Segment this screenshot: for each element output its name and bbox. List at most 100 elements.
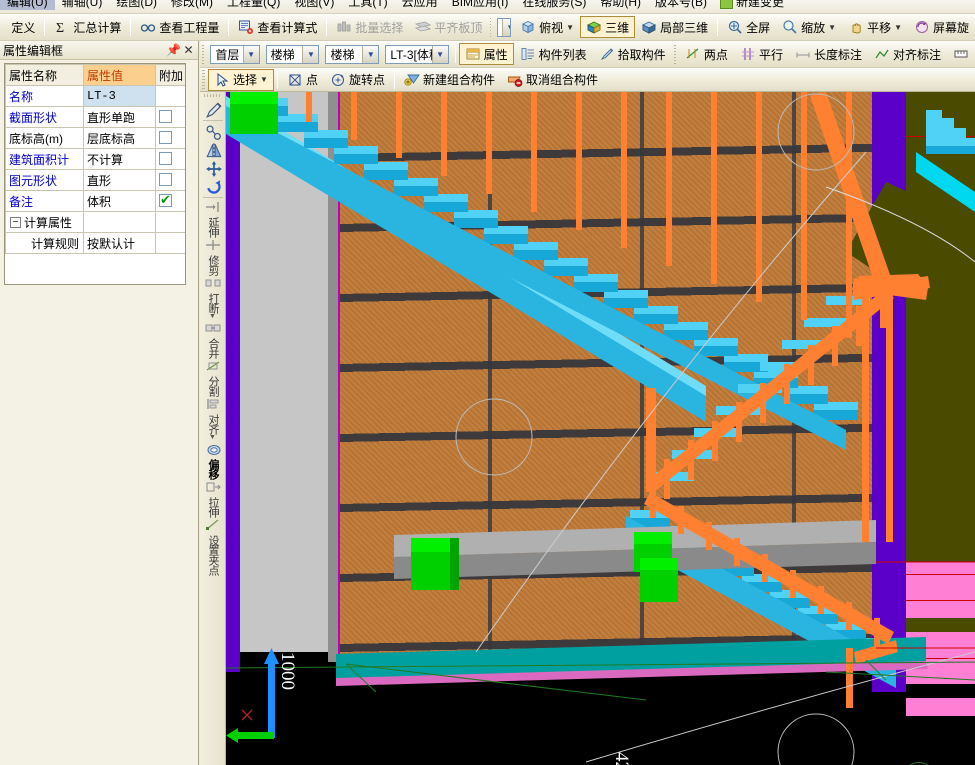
attach-checkbox[interactable] [159, 173, 172, 186]
table-row[interactable]: 截面形状 直形单跑 [6, 107, 186, 128]
menu-online-service[interactable]: 在线服务(S) [515, 0, 593, 10]
align-dimension-button[interactable]: 对齐标注 [868, 43, 947, 65]
chevron-down-icon[interactable]: ▼ [243, 46, 259, 63]
rotate-button[interactable] [201, 177, 225, 195]
chevron-down-icon[interactable]: ▼ [302, 46, 318, 63]
property-attach-cell[interactable] [156, 107, 186, 128]
split-tool[interactable]: 分割 [201, 359, 225, 397]
cancel-group-component-button[interactable]: 取消组合构件 [501, 69, 604, 91]
screen-rotate-button[interactable]: 屏幕旋 [908, 16, 975, 38]
table-row[interactable]: 底标高(m) 层底标高 [6, 128, 186, 149]
chevron-down-icon[interactable]: ▼ [209, 434, 216, 441]
property-value[interactable]: 体积 [84, 191, 156, 212]
close-icon[interactable]: ✕ [181, 43, 196, 58]
table-row[interactable]: 图元形状 直形 [6, 170, 186, 191]
attach-checkbox[interactable] [159, 194, 172, 207]
menu-axis[interactable]: 辅轴(U) [55, 0, 110, 10]
menu-help[interactable]: 帮助(H) [593, 0, 648, 10]
pen-tool-button[interactable] [201, 100, 225, 118]
partial-3d-button[interactable]: 局部三维 [635, 16, 714, 38]
summary-calc-button[interactable]: Σ 汇总计算 [48, 16, 127, 38]
align-slab-top-button[interactable]: 平齐板顶 [409, 16, 488, 38]
table-row[interactable]: 备注 体积 [6, 191, 186, 212]
toolbar-grip-5[interactable] [202, 70, 205, 89]
subcategory-combo[interactable]: 楼梯 ▼ [325, 45, 379, 64]
zoom-button[interactable]: 缩放 ▼ [776, 16, 842, 38]
top-view-button[interactable]: 俯视 ▼ [514, 16, 580, 38]
property-attach-cell[interactable] [156, 170, 186, 191]
toolbar-grip-3[interactable] [202, 45, 204, 64]
menu-version[interactable]: 版本号(B) [648, 0, 714, 10]
attach-checkbox[interactable] [159, 152, 172, 165]
fullscreen-button[interactable]: 全屏 [721, 16, 776, 38]
break-tool[interactable]: 打断 ▼ [201, 276, 225, 321]
mirror-button[interactable] [201, 141, 225, 159]
3d-viewport[interactable]: 1000 42 C B [226, 92, 975, 765]
three-d-button[interactable]: 三维 [580, 16, 635, 38]
define-button[interactable]: 定义 [5, 16, 41, 38]
chevron-down-icon[interactable]: ▼ [260, 75, 268, 84]
floor-combo[interactable]: 首层 ▼ [210, 45, 259, 64]
point-button[interactable]: 点 [281, 69, 324, 91]
pin-icon[interactable]: 📌 [166, 43, 181, 58]
category-combo[interactable]: 楼梯 ▼ [266, 45, 320, 64]
pan-button[interactable]: 平移 ▼ [842, 16, 908, 38]
pick-component-button[interactable]: 拾取构件 [593, 43, 672, 65]
properties-button[interactable]: 属性 [459, 43, 514, 65]
attach-checkbox[interactable] [159, 131, 172, 144]
table-row[interactable]: 名称 LT-3 [6, 86, 186, 107]
align-tool[interactable]: 对齐 ▼ [201, 397, 225, 442]
table-row[interactable]: 计算规则 按默认计 [6, 233, 186, 254]
trim-tool[interactable]: 修剪 [201, 238, 225, 276]
dimension-tool-button[interactable] [947, 43, 975, 65]
chevron-down-icon[interactable]: ▼ [362, 46, 378, 63]
chevron-down-icon[interactable]: ▼ [566, 23, 574, 32]
table-row[interactable]: 建筑面积计 不计算 [6, 149, 186, 170]
property-attach-cell[interactable] [156, 149, 186, 170]
property-attach-cell[interactable] [156, 128, 186, 149]
menu-view[interactable]: 视图(V) [287, 0, 341, 10]
new-group-component-button[interactable]: 新建组合构件 [398, 69, 501, 91]
two-point-button[interactable]: 两点 [679, 43, 734, 65]
offset-tool[interactable]: 偏移 [201, 442, 225, 480]
property-value[interactable]: 不计算 [84, 149, 156, 170]
new-change-button[interactable]: 新建变更 [714, 0, 790, 10]
component-list-button[interactable]: 构件列表 [514, 43, 593, 65]
property-group-row[interactable]: − 计算属性 [6, 212, 186, 233]
select-button[interactable]: 选择 ▼ [208, 69, 274, 91]
menu-bim[interactable]: BIM应用(I) [445, 0, 516, 10]
attach-checkbox[interactable] [159, 110, 172, 123]
toolbar-grip-4[interactable] [674, 45, 676, 64]
vtoolbar-grip[interactable] [204, 94, 222, 97]
menu-edit[interactable]: 编辑(U) [0, 0, 55, 10]
batch-select-button[interactable]: 批量选择 [330, 16, 409, 38]
chevron-down-icon[interactable]: ▼ [894, 23, 902, 32]
view-formula-button[interactable]: 查看计算式 [232, 16, 323, 38]
menu-cloud[interactable]: 云应用 [395, 0, 445, 10]
property-attach-cell[interactable] [156, 191, 186, 212]
extend-tool[interactable]: 延伸 [201, 200, 225, 238]
component-combo[interactable]: LT-3[体移 ▼ [385, 45, 448, 64]
copy-rotate-button[interactable] [201, 123, 225, 141]
current-floor-combo[interactable]: 当前楼层 ▼ [497, 18, 511, 37]
stretch-tool[interactable]: 拉伸 [201, 480, 225, 518]
menu-quantity[interactable]: 工程量(Q) [220, 0, 287, 10]
chevron-down-icon[interactable]: ▼ [209, 313, 216, 320]
menu-draw[interactable]: 绘图(D) [109, 0, 164, 10]
property-value[interactable]: 层底标高 [84, 128, 156, 149]
menu-tools[interactable]: 工具(T) [341, 0, 394, 10]
property-value[interactable]: 直形单跑 [84, 107, 156, 128]
move-button[interactable] [201, 159, 225, 177]
menu-modify[interactable]: 修改(M) [164, 0, 220, 10]
rotate-point-button[interactable]: 旋转点 [324, 69, 391, 91]
chevron-down-icon[interactable]: ▼ [502, 19, 511, 36]
parallel-button[interactable]: 平行 [734, 43, 789, 65]
view-quantity-button[interactable]: 查看工程量 [134, 16, 225, 38]
property-value[interactable]: 按默认计 [84, 233, 156, 254]
property-value[interactable]: LT-3 [84, 86, 156, 107]
property-value[interactable]: 直形 [84, 170, 156, 191]
expander-icon[interactable]: − [10, 217, 21, 228]
chevron-down-icon[interactable]: ▼ [432, 46, 448, 63]
merge-tool[interactable]: 合并 [201, 321, 225, 359]
length-dimension-button[interactable]: 长度标注 [789, 43, 868, 65]
